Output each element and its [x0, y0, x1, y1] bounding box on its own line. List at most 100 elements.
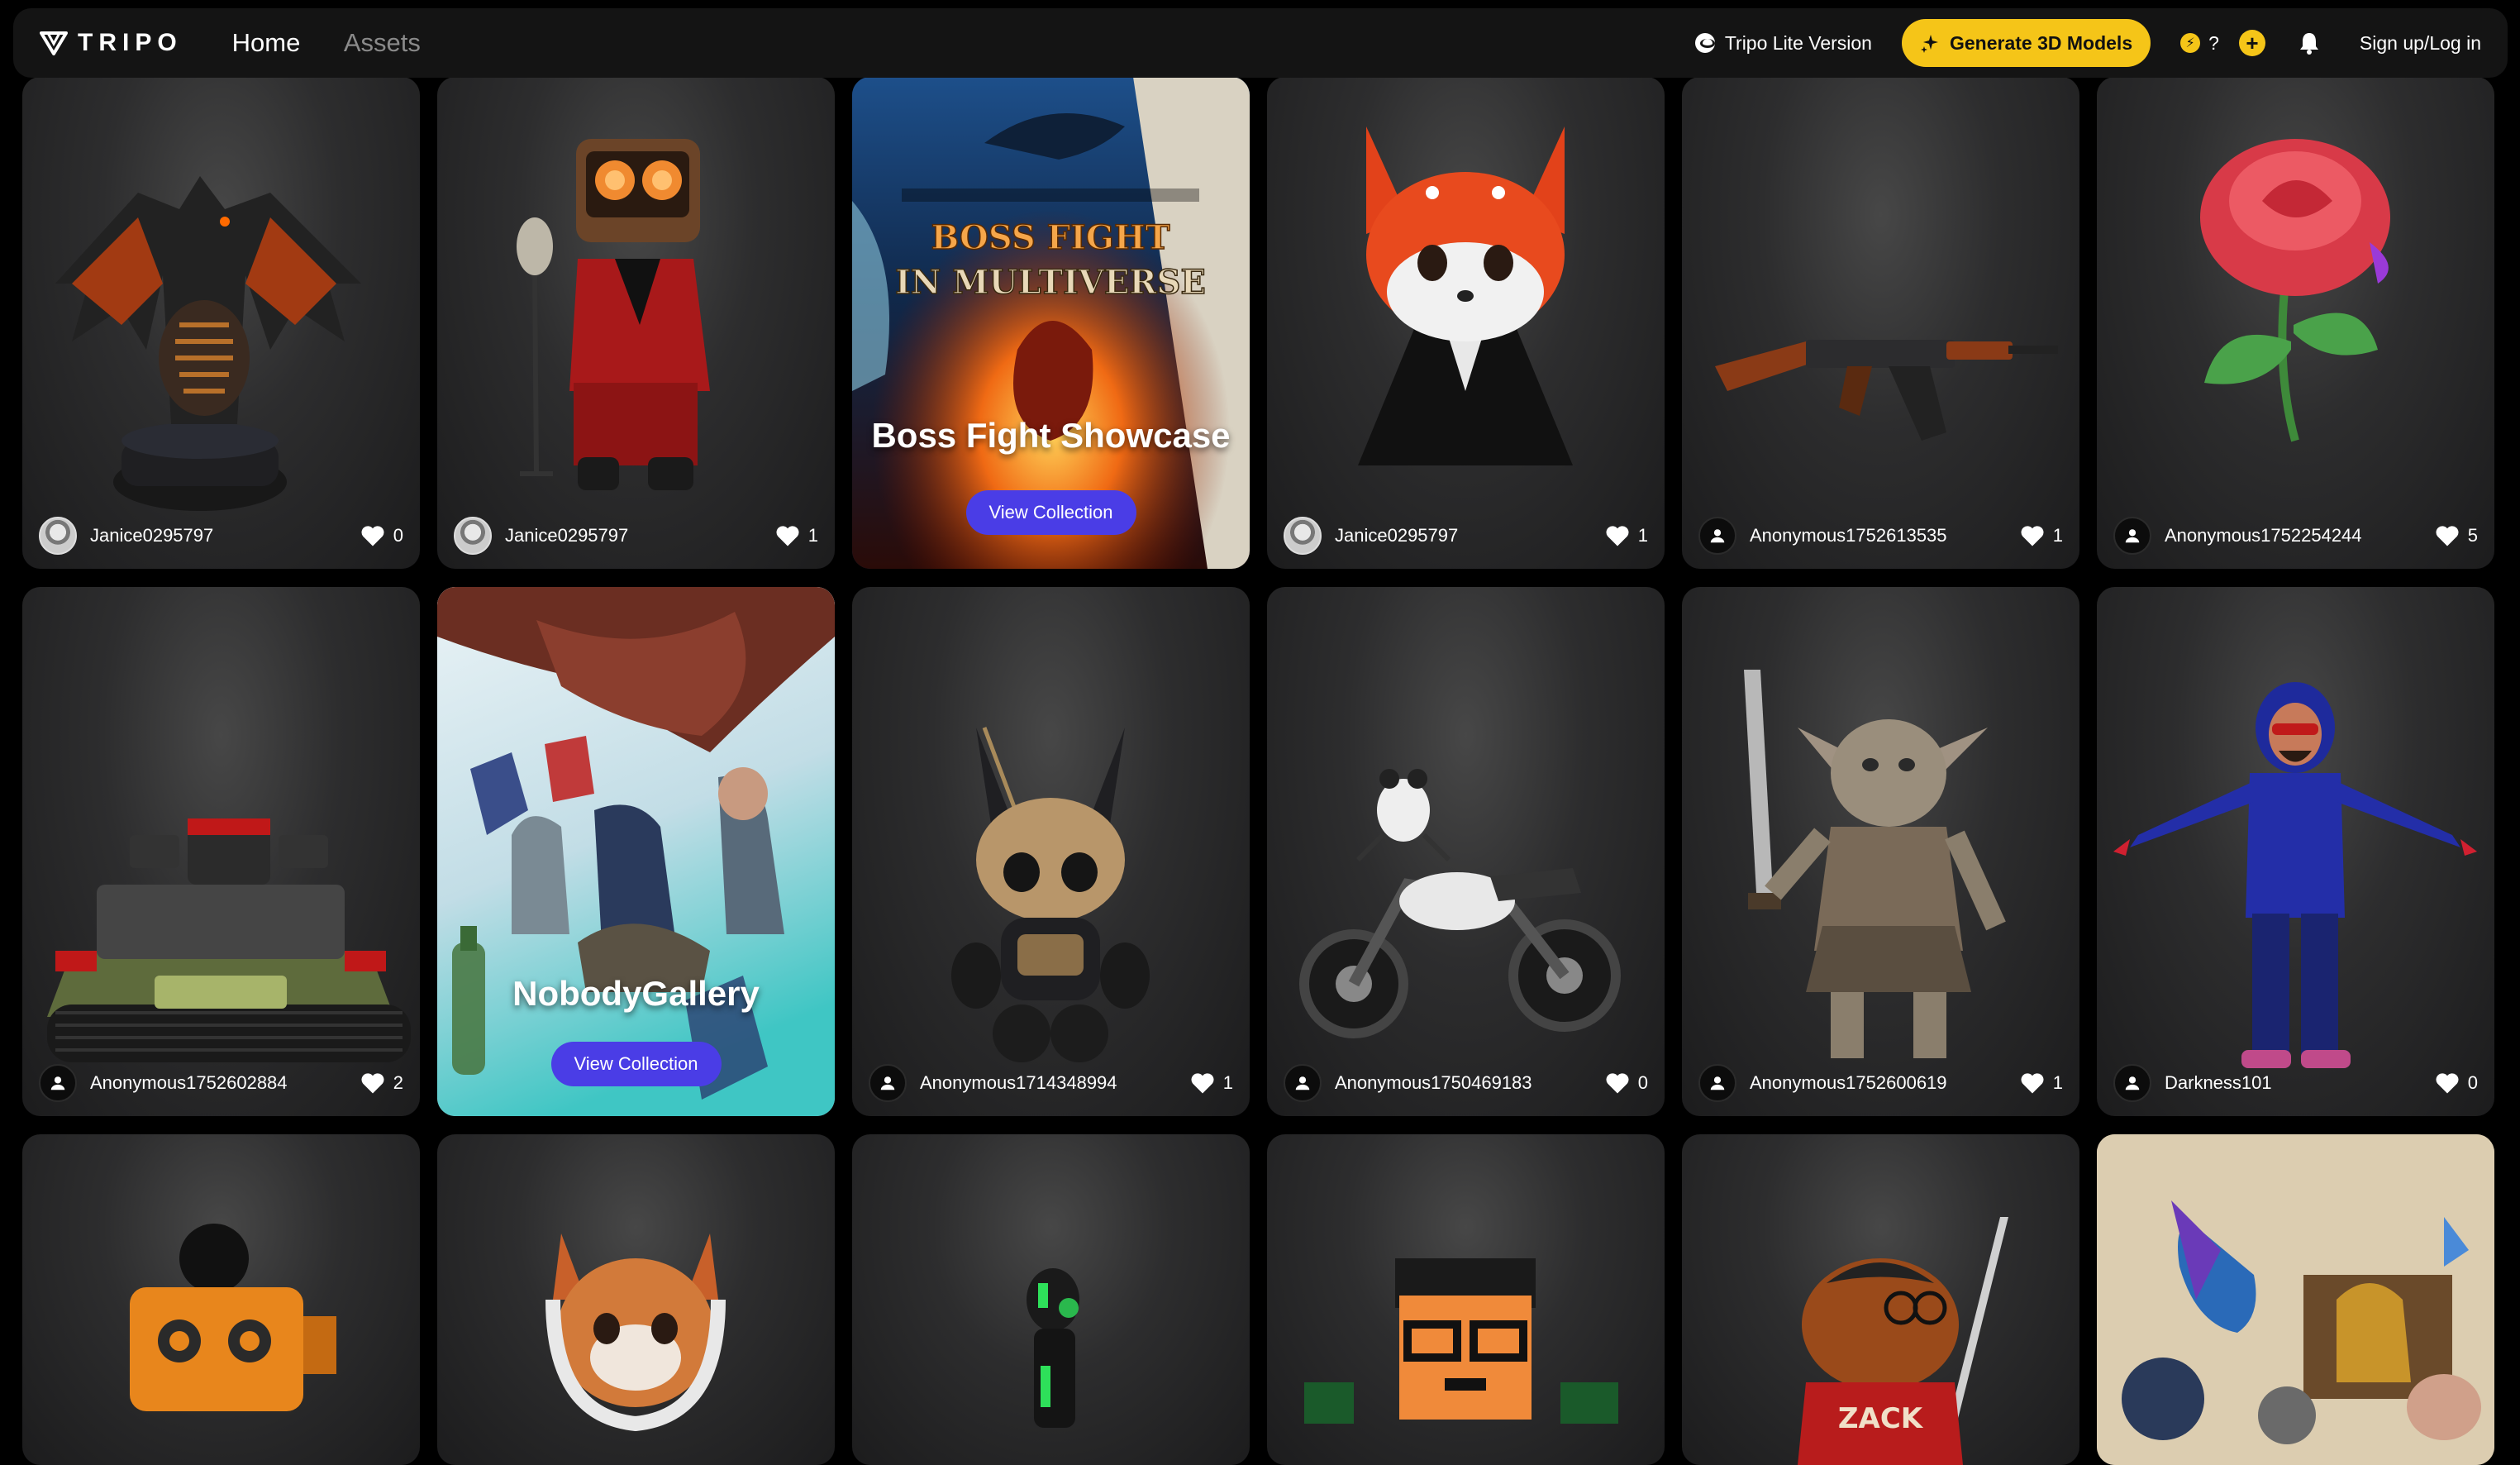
asset-card[interactable] [2097, 1134, 2494, 1465]
tripo-logo-icon [40, 31, 68, 55]
username[interactable]: Anonymous1714348994 [920, 1072, 1190, 1094]
asset-card[interactable]: Anonymous1752602884 2 [22, 587, 420, 1116]
card-footer: Janice0295797 1 [1267, 503, 1665, 569]
heart-icon [2436, 1073, 2459, 1094]
dragon-model-thumbnail [55, 176, 361, 511]
avatar[interactable] [869, 1064, 907, 1102]
like-count: 0 [2467, 1072, 2478, 1093]
nav-assets[interactable]: Assets [344, 28, 421, 57]
figure-model-thumbnail [1027, 1268, 1079, 1428]
like-button[interactable]: 1 [2020, 1071, 2063, 1095]
username[interactable]: Anonymous1750469183 [1335, 1072, 1605, 1094]
avatar[interactable] [1698, 1064, 1736, 1102]
rifle-model-thumbnail [1715, 340, 2058, 441]
asset-card[interactable]: Darkness101 0 [2097, 587, 2494, 1116]
like-count: 1 [807, 525, 818, 546]
username[interactable]: Janice0295797 [90, 525, 360, 546]
avatar[interactable] [2113, 1064, 2151, 1102]
asset-card[interactable]: Janice0295797 1 [1267, 77, 1665, 569]
view-collection-button[interactable]: View Collection [965, 490, 1136, 535]
creatures-model-thumbnail [2097, 1134, 2494, 1465]
card-footer: Janice0295797 1 [437, 503, 835, 569]
heart-icon [776, 526, 799, 546]
avatar[interactable] [39, 517, 77, 555]
like-count: 0 [1637, 1072, 1648, 1093]
like-button[interactable]: 0 [360, 524, 403, 547]
credits-indicator[interactable]: ⚡ ? + [2180, 30, 2265, 56]
asset-card[interactable]: Anonymous1752613535 1 [1682, 77, 2079, 569]
like-count: 1 [1637, 525, 1648, 546]
asset-card[interactable] [852, 1134, 1250, 1465]
avatar[interactable] [1284, 1064, 1322, 1102]
collection-card[interactable]: NobodyGallery View Collection [437, 587, 835, 1116]
avatar[interactable] [1698, 517, 1736, 555]
username[interactable]: Anonymous1752254244 [2165, 525, 2435, 546]
nobody-gallery-collage [437, 587, 835, 1116]
asset-card[interactable] [437, 1134, 835, 1465]
add-credits-button[interactable]: + [2238, 30, 2265, 56]
avatar[interactable] [2113, 517, 2151, 555]
like-button[interactable]: 0 [2435, 1071, 2478, 1095]
asset-card[interactable] [22, 1134, 420, 1465]
card-footer: Anonymous1750469183 0 [1267, 1050, 1665, 1116]
asset-card[interactable]: Anonymous1714348994 1 [852, 587, 1250, 1116]
collection-card[interactable]: BOSS FIGHT IN MULTIVERSE Boss Fight Show… [852, 77, 1250, 569]
heart-icon [2021, 1073, 2044, 1094]
tank-model-thumbnail [47, 818, 411, 1062]
credits-value: ? [2208, 31, 2219, 54]
pixel-face-model-thumbnail [1304, 1258, 1618, 1424]
username[interactable]: Darkness101 [2165, 1072, 2435, 1094]
nav-home[interactable]: Home [232, 28, 301, 57]
tripo-logo[interactable]: TRIPO [40, 29, 183, 57]
notification-bell-icon[interactable] [2298, 31, 2320, 55]
username[interactable]: Anonymous1752602884 [90, 1072, 360, 1094]
generate-3d-models-button[interactable]: Generate 3D Models [1901, 19, 2151, 67]
heart-icon [1606, 526, 1629, 546]
heart-icon [361, 526, 384, 546]
user-icon [1710, 529, 1725, 543]
zack-shirt-text: ZACK [1838, 1402, 1924, 1435]
asset-card[interactable]: Anonymous1752254244 5 [2097, 77, 2494, 569]
asset-card[interactable]: Janice0295797 0 [22, 77, 420, 569]
like-count: 5 [2467, 525, 2478, 546]
username[interactable]: Janice0295797 [1335, 525, 1605, 546]
asset-card[interactable]: Janice0295797 1 [437, 77, 835, 569]
asset-card[interactable]: Anonymous1752600619 1 [1682, 587, 2079, 1116]
like-button[interactable]: 1 [1190, 1071, 1233, 1095]
like-button[interactable]: 5 [2435, 524, 2478, 547]
collection-title: NobodyGallery [512, 974, 760, 1013]
tripo-lite-link[interactable]: Tripo Lite Version [1694, 32, 1872, 55]
signup-login-link[interactable]: Sign up/Log in [2360, 32, 2481, 55]
like-button[interactable]: 1 [2020, 524, 2063, 547]
like-button[interactable]: 0 [1605, 1071, 1648, 1095]
asset-card[interactable]: Anonymous1750469183 0 [1267, 587, 1665, 1116]
fox-model-thumbnail [1358, 126, 1573, 465]
card-footer: Anonymous1752600619 1 [1682, 1050, 2079, 1116]
view-collection-button[interactable]: View Collection [550, 1042, 722, 1086]
main-nav: Home Assets [232, 28, 460, 58]
avatar[interactable] [454, 517, 492, 555]
collection-title: Boss Fight Showcase [871, 416, 1231, 455]
like-count: 1 [2052, 525, 2063, 546]
rose-model-thumbnail [2200, 139, 2390, 442]
like-button[interactable]: 1 [1605, 524, 1648, 547]
motorcycle-model-thumbnail [1299, 769, 1621, 1038]
lightning-coin-icon: ⚡ [2180, 33, 2201, 53]
singer-model-thumbnail [517, 139, 710, 490]
card-footer: Darkness101 0 [2097, 1050, 2494, 1116]
card-footer: Anonymous1752602884 2 [22, 1050, 420, 1116]
user-icon [1295, 1076, 1310, 1090]
like-button[interactable]: 2 [360, 1071, 403, 1095]
asset-card[interactable]: ZACK [1682, 1134, 2079, 1465]
like-button[interactable]: 1 [775, 524, 818, 547]
asset-grid: Janice0295797 0 Janice0295797 1 BOSS FIG… [0, 0, 2520, 1465]
asset-card[interactable] [1267, 1134, 1665, 1465]
username[interactable]: Janice0295797 [505, 525, 775, 546]
username[interactable]: Anonymous1752613535 [1750, 525, 2020, 546]
heart-icon [1191, 1073, 1214, 1094]
avatar[interactable] [1284, 517, 1322, 555]
avatar[interactable] [39, 1064, 77, 1102]
robot-creature-model-thumbnail [951, 727, 1150, 1062]
username[interactable]: Anonymous1752600619 [1750, 1072, 2020, 1094]
heart-icon [361, 1073, 384, 1094]
